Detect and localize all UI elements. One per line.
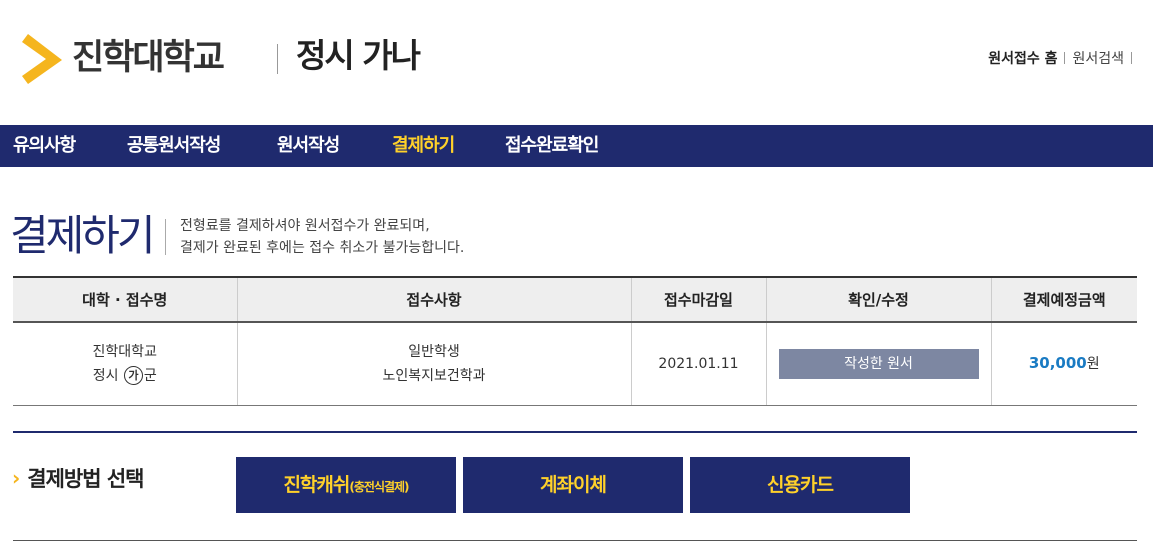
main-nav: 유의사항 공통원서작성 원서작성 결제하기 접수완료확인 (0, 125, 1153, 167)
cell-amount: 30,000원 (991, 322, 1137, 406)
department: 노인복지보건학과 (382, 367, 486, 384)
chevron-logo-icon[interactable] (22, 34, 64, 84)
section-divider (13, 431, 1137, 433)
view-application-button[interactable]: 작성한 원서 (778, 348, 979, 379)
col-header-amount: 결제예정금액 (991, 276, 1137, 323)
col-header-deadline: 접수마감일 (631, 276, 767, 323)
pay-method-sub: (충전식결제) (349, 480, 409, 494)
bottom-divider (13, 540, 1137, 541)
utility-divider (1131, 52, 1132, 64)
payment-method-heading: › 결제방법 선택 (12, 463, 144, 493)
col-header-view-edit: 확인/수정 (766, 276, 992, 323)
header-divider (277, 44, 278, 74)
payment-amount: 30,000 (1028, 354, 1087, 373)
description-line: 전형료를 결제하셔야 원서접수가 완료되며, (180, 218, 430, 234)
col-header-details: 접수사항 (237, 276, 632, 323)
university-name: 진학대학교 (92, 343, 157, 360)
pay-credit-card-button[interactable]: 신용카드 (690, 457, 910, 513)
utility-links: 원서접수 홈 원서검색 (988, 48, 1139, 68)
cell-university: 진학대학교 정시 가군 (13, 322, 238, 406)
applicant-type: 일반학생 (408, 343, 460, 360)
nav-item-application[interactable]: 원서작성 (277, 125, 340, 167)
group-badge: 가 (123, 366, 143, 386)
nav-item-notice[interactable]: 유의사항 (13, 125, 76, 167)
pay-bank-transfer-button[interactable]: 계좌이체 (463, 457, 683, 513)
nav-item-payment[interactable]: 결제하기 (392, 125, 455, 167)
pay-jinhak-cash-button[interactable]: 진학캐쉬(충전식결제) (236, 457, 456, 513)
title-divider (165, 219, 166, 255)
university-name[interactable]: 진학대학교 (72, 36, 225, 80)
description-line: 결제가 완료된 후에는 접수 취소가 불가능합니다. (180, 240, 465, 256)
cell-view-edit: 작성한 원서 (766, 322, 992, 406)
payment-method-label: 결제방법 선택 (27, 467, 144, 491)
application-search-link[interactable]: 원서검색 (1072, 48, 1124, 68)
application-home-link[interactable]: 원서접수 홈 (988, 48, 1057, 68)
application-table: 대학 · 접수명 접수사항 접수마감일 확인/수정 결제예정금액 진학대학교 정… (13, 276, 1137, 406)
chevron-right-icon: › (12, 466, 20, 490)
cell-deadline: 2021.01.11 (631, 322, 767, 406)
table-header-row: 대학 · 접수명 접수사항 접수마감일 확인/수정 결제예정금액 (13, 276, 1137, 323)
currency-unit: 원 (1086, 356, 1100, 373)
cell-details: 일반학생 노인복지보건학과 (237, 322, 632, 406)
page-title: 결제하기 (10, 211, 156, 260)
pay-method-label: 신용카드 (767, 474, 834, 496)
recruit-prefix: 정시 (92, 367, 119, 384)
header: 진학대학교 정시 가나 원서접수 홈 원서검색 (0, 0, 1153, 125)
nav-item-common-form[interactable]: 공통원서작성 (127, 125, 221, 167)
recruitment-group: 정시 가군 (13, 364, 237, 388)
nav-item-confirm[interactable]: 접수완료확인 (505, 125, 599, 167)
pay-method-label: 계좌이체 (540, 474, 607, 496)
col-header-university: 대학 · 접수명 (13, 276, 238, 323)
table-row: 진학대학교 정시 가군 일반학생 노인복지보건학과 2021.01.11 작성한… (13, 322, 1137, 406)
utility-divider (1064, 52, 1066, 64)
page-description: 전형료를 결제하셔야 원서접수가 완료되며, 결제가 완료된 후에는 접수 취소… (180, 215, 464, 259)
pay-method-label: 진학캐쉬 (283, 474, 350, 496)
service-title: 정시 가나 (296, 36, 421, 75)
recruit-suffix: 군 (143, 367, 157, 384)
